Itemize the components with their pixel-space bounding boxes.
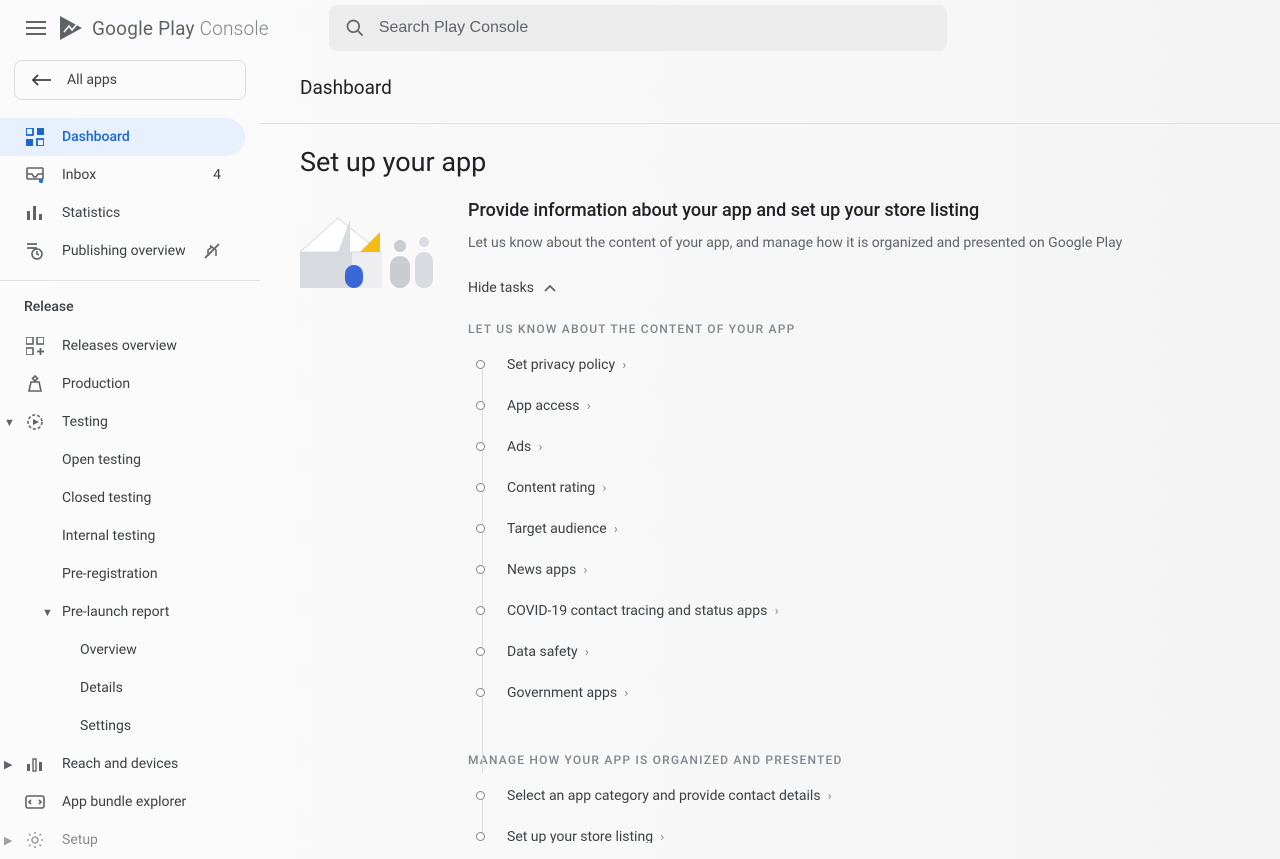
group2-caption: MANAGE HOW YOUR APP IS ORGANIZED AND PRE… (468, 753, 1188, 767)
nav-open-testing[interactable]: Open testing (0, 441, 260, 479)
task-app-access[interactable]: App access › (468, 385, 1188, 426)
publishing-icon (24, 242, 46, 260)
chevron-right-icon: › (825, 789, 832, 804)
nav-prelaunch-details[interactable]: Details (0, 669, 260, 707)
chevron-right-icon: › (580, 563, 587, 578)
play-triangle-icon (60, 16, 82, 40)
chevron-right-icon: ▶ (4, 758, 12, 771)
chevron-right-icon: › (771, 604, 778, 619)
chevron-right-icon: › (582, 645, 589, 660)
task-content-rating[interactable]: Content rating › (468, 467, 1188, 508)
sidebar: All apps Dashboard Inbox 4 Statistics (0, 56, 260, 843)
nav-publishing-label: Publishing overview (62, 243, 186, 259)
task-app-category[interactable]: Select an app category and provide conta… (468, 775, 1188, 816)
nav-reach-devices[interactable]: ▶ Reach and devices (0, 745, 245, 783)
page-header: Dashboard (300, 56, 1280, 123)
nav-production[interactable]: Production (0, 365, 245, 403)
statistics-icon (24, 205, 46, 221)
search-icon (345, 18, 365, 38)
nav-bundle-label: App bundle explorer (62, 794, 186, 810)
inbox-badge: 4 (213, 167, 221, 183)
task-covid19[interactable]: COVID-19 contact tracing and status apps… (468, 590, 1188, 631)
page-title: Set up your app (300, 124, 1280, 200)
nav-inbox-label: Inbox (62, 167, 96, 183)
task-list-2: Select an app category and provide conta… (468, 775, 1188, 843)
task-store-listing[interactable]: Set up your store listing › (468, 816, 1188, 843)
brand-text: Google Play Console (92, 17, 269, 40)
chevron-right-icon: › (621, 686, 628, 701)
chevron-right-icon: › (599, 481, 606, 496)
chevron-right-icon: › (611, 522, 618, 537)
dashboard-icon (24, 128, 46, 146)
setup-heading: Provide information about your app and s… (468, 200, 1188, 221)
nav-statistics[interactable]: Statistics (0, 194, 245, 232)
nav-publishing[interactable]: Publishing overview (0, 232, 245, 270)
reach-icon (24, 756, 46, 772)
chevron-right-icon: ▶ (4, 834, 12, 847)
setup-description: Let us know about the content of your ap… (468, 233, 1188, 254)
nav-inbox[interactable]: Inbox 4 (0, 156, 245, 194)
chevron-right-icon: › (583, 399, 590, 414)
task-ads[interactable]: Ads › (468, 426, 1188, 467)
task-data-safety[interactable]: Data safety › (468, 631, 1188, 672)
chevron-up-icon (544, 284, 556, 292)
brand-logo[interactable]: Google Play Console (60, 16, 269, 40)
search-box[interactable] (329, 5, 947, 51)
inbox-icon (24, 167, 46, 183)
chevron-right-icon: › (619, 358, 626, 373)
task-news-apps[interactable]: News apps › (468, 549, 1188, 590)
nav-prelaunch-overview[interactable]: Overview (0, 631, 260, 669)
hide-tasks-toggle[interactable]: Hide tasks (468, 280, 1188, 296)
arrow-left-icon (31, 74, 51, 86)
search-input[interactable] (379, 19, 939, 37)
chevron-down-icon: ▼ (42, 606, 53, 619)
nav-releases-overview[interactable]: Releases overview (0, 327, 245, 365)
task-target-audience[interactable]: Target audience › (468, 508, 1188, 549)
all-apps-button[interactable]: All apps (14, 60, 246, 100)
nav-production-label: Production (62, 376, 130, 392)
chevron-right-icon: › (657, 830, 664, 844)
all-apps-label: All apps (67, 72, 117, 88)
nav-closed-testing[interactable]: Closed testing (0, 479, 260, 517)
nav-setup[interactable]: ▶ Setup (0, 821, 245, 859)
nav-releases-label: Releases overview (62, 338, 177, 354)
nav-bundle-explorer[interactable]: App bundle explorer (0, 783, 245, 821)
nav-internal-testing[interactable]: Internal testing (0, 517, 260, 555)
nav-pre-launch-report[interactable]: ▼ Pre-launch report (0, 593, 260, 631)
hamburger-icon[interactable] (16, 8, 56, 48)
task-privacy-policy[interactable]: Set privacy policy › (468, 344, 1188, 385)
nav-statistics-label: Statistics (62, 205, 120, 221)
group1-caption: LET US KNOW ABOUT THE CONTENT OF YOUR AP… (468, 322, 1188, 336)
task-government-apps[interactable]: Government apps › (468, 672, 1188, 713)
publishing-off-icon (203, 242, 221, 260)
setup-illustration (300, 210, 440, 300)
nav-prelaunch-settings[interactable]: Settings (0, 707, 260, 745)
nav-reach-label: Reach and devices (62, 756, 178, 772)
nav-testing-label: Testing (62, 414, 108, 430)
nav-pre-registration[interactable]: Pre-registration (0, 555, 260, 593)
testing-icon (24, 413, 46, 431)
nav-dashboard-label: Dashboard (62, 129, 130, 145)
production-icon (24, 375, 46, 393)
nav-setup-label: Setup (62, 832, 98, 848)
chevron-right-icon: › (535, 440, 542, 455)
nav-testing[interactable]: ▼ Testing (0, 403, 245, 441)
section-release: Release (0, 281, 260, 327)
releases-icon (24, 337, 46, 355)
bundle-icon (24, 795, 46, 809)
chevron-down-icon: ▼ (4, 416, 15, 429)
nav-dashboard[interactable]: Dashboard (0, 118, 245, 156)
task-list-1: Set privacy policy › App access › Ads › … (468, 344, 1188, 713)
gear-icon (24, 831, 46, 849)
